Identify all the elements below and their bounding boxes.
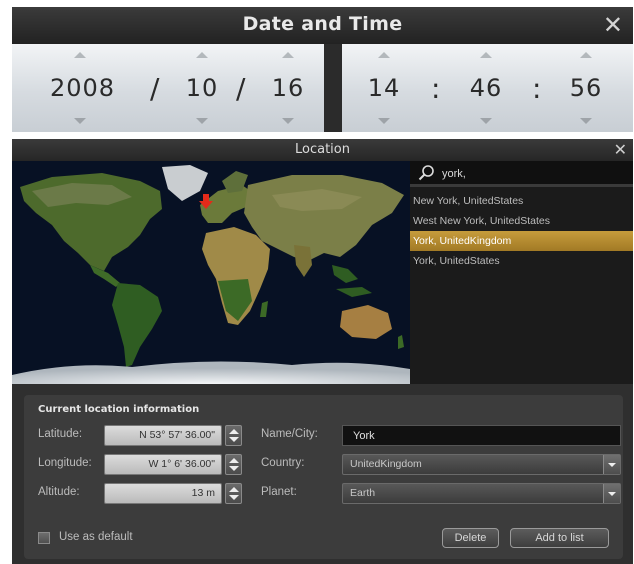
month-value: 10 <box>185 74 219 102</box>
second-down-arrow-icon[interactable] <box>580 118 592 124</box>
stepper-up-icon[interactable] <box>229 458 239 463</box>
location-title: Location <box>295 142 350 157</box>
minute-value: 46 <box>469 74 503 102</box>
close-icon[interactable]: ✕ <box>603 11 623 39</box>
planet-value: Earth <box>350 487 376 499</box>
search-result-item-selected[interactable]: York, UnitedKingdom <box>410 231 633 251</box>
use-as-default-checkbox[interactable] <box>38 532 50 544</box>
day-spinner[interactable]: 16 <box>258 44 318 132</box>
date-separator: / <box>236 72 246 105</box>
stepper-down-icon[interactable] <box>229 437 239 442</box>
hour-spinner[interactable]: 14 <box>354 44 414 132</box>
longitude-label: Longitude: <box>38 457 92 469</box>
altitude-stepper[interactable] <box>225 483 242 504</box>
search-icon <box>418 165 434 181</box>
name-city-label: Name/City: <box>261 428 318 440</box>
altitude-field[interactable]: 13 m <box>104 483 222 504</box>
year-down-arrow-icon[interactable] <box>74 118 86 124</box>
latitude-label: Latitude: <box>38 428 83 440</box>
day-up-arrow-icon[interactable] <box>282 52 294 58</box>
minute-spinner[interactable]: 46 <box>456 44 516 132</box>
search-panel: New York, UnitedStates West New York, Un… <box>410 161 633 384</box>
search-input[interactable] <box>442 165 622 182</box>
info-title: Current location information <box>38 404 200 415</box>
minute-up-arrow-icon[interactable] <box>480 52 492 58</box>
country-label: Country: <box>261 457 305 469</box>
search-result-item[interactable]: York, UnitedStates <box>410 251 633 271</box>
stepper-down-icon[interactable] <box>229 495 239 500</box>
second-value: 56 <box>569 74 603 102</box>
world-map-image[interactable] <box>12 161 410 384</box>
world-map[interactable] <box>12 161 410 384</box>
delete-button[interactable]: Delete <box>442 528 499 548</box>
latitude-field[interactable]: N 53° 57' 36.00" <box>104 425 222 446</box>
month-spinner[interactable]: 10 <box>172 44 232 132</box>
month-down-arrow-icon[interactable] <box>196 118 208 124</box>
search-results-list: New York, UnitedStates West New York, Un… <box>410 191 633 271</box>
current-location-info: Current location information Latitude: N… <box>24 395 623 559</box>
country-value: UnitedKingdom <box>350 458 422 470</box>
minute-down-arrow-icon[interactable] <box>480 118 492 124</box>
search-result-item[interactable]: West New York, UnitedStates <box>410 211 633 231</box>
location-header: Location ✕ <box>12 139 633 161</box>
time-separator: : <box>532 72 542 105</box>
year-spinner[interactable]: 2008 <box>50 44 116 132</box>
day-down-arrow-icon[interactable] <box>282 118 294 124</box>
second-up-arrow-icon[interactable] <box>580 52 592 58</box>
date-time-panel: Date and Time ✕ 2008 / 10 / 16 14 : 46:… <box>12 7 633 132</box>
chevron-down-icon[interactable] <box>603 484 620 503</box>
hour-down-arrow-icon[interactable] <box>378 118 390 124</box>
country-select[interactable]: UnitedKingdom <box>342 454 621 475</box>
time-section: 14 : 46 : 56 <box>342 44 633 132</box>
date-time-header: Date and Time ✕ <box>12 7 633 44</box>
day-value: 16 <box>271 74 305 102</box>
date-time-title: Date and Time <box>242 13 403 35</box>
longitude-stepper[interactable] <box>225 454 242 475</box>
hour-value: 14 <box>367 74 401 102</box>
altitude-label: Altitude: <box>38 486 80 498</box>
time-separator: : <box>431 72 441 105</box>
second-spinner[interactable]: 56 <box>556 44 616 132</box>
month-up-arrow-icon[interactable] <box>196 52 208 58</box>
year-value: 2008 <box>50 74 116 102</box>
year-up-arrow-icon[interactable] <box>74 52 86 58</box>
longitude-field[interactable]: W 1° 6' 36.00" <box>104 454 222 475</box>
stepper-up-icon[interactable] <box>229 429 239 434</box>
planet-select[interactable]: Earth <box>342 483 621 504</box>
search-box[interactable] <box>410 161 633 187</box>
hour-up-arrow-icon[interactable] <box>378 52 390 58</box>
latitude-stepper[interactable] <box>225 425 242 446</box>
location-panel: Location ✕ york, New York, UnitedStates … <box>12 139 633 564</box>
close-icon[interactable]: ✕ <box>614 140 627 159</box>
date-separator: / <box>150 72 160 105</box>
name-city-input[interactable] <box>342 425 621 446</box>
chevron-down-icon[interactable] <box>603 455 620 474</box>
add-to-list-button[interactable]: Add to list <box>510 528 609 548</box>
stepper-down-icon[interactable] <box>229 466 239 471</box>
planet-label: Planet: <box>261 486 297 498</box>
date-section: 2008 / 10 / 16 <box>12 44 324 132</box>
date-time-divider <box>324 44 342 132</box>
stepper-up-icon[interactable] <box>229 487 239 492</box>
use-as-default-label: Use as default <box>59 531 133 543</box>
search-result-item[interactable]: New York, UnitedStates <box>410 191 633 211</box>
